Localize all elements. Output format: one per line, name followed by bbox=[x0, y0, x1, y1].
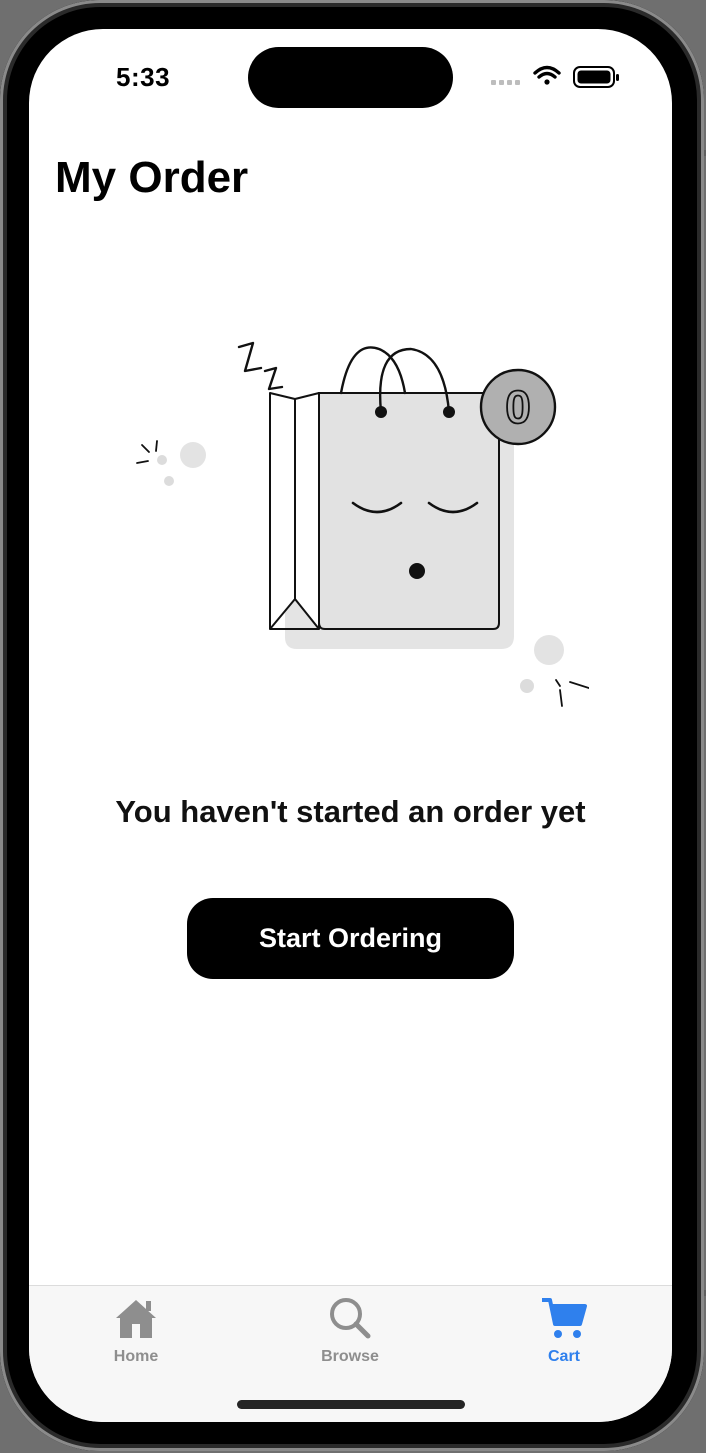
sleep-zz-icon bbox=[237, 341, 284, 391]
tab-browse[interactable]: Browse bbox=[295, 1296, 405, 1366]
cart-icon bbox=[542, 1298, 587, 1338]
search-icon bbox=[330, 1298, 371, 1339]
home-indicator[interactable] bbox=[237, 1400, 465, 1409]
tab-cart-label: Cart bbox=[547, 1348, 580, 1365]
wifi-icon bbox=[533, 65, 561, 85]
dynamic-island bbox=[248, 47, 453, 108]
status-icons bbox=[491, 65, 619, 88]
empty-bag-illustration: 0 bbox=[136, 341, 589, 707]
tab-browse-label: Browse bbox=[321, 1348, 379, 1365]
empty-state-message: You haven't started an order yet bbox=[115, 794, 586, 829]
tab-home-label: Home bbox=[113, 1348, 159, 1365]
page-title: My Order bbox=[55, 153, 249, 202]
status-time: 5:33 bbox=[116, 62, 171, 92]
tab-home[interactable]: Home bbox=[81, 1296, 191, 1366]
app-screen: 5:33 My Order 0 You haven't started an o… bbox=[29, 29, 672, 1422]
start-ordering-button[interactable]: Start Ordering bbox=[187, 898, 514, 979]
device-frame: 5:33 My Order 0 You haven't started an o… bbox=[0, 0, 704, 1451]
tab-cart[interactable]: Cart bbox=[509, 1296, 619, 1366]
signal-icon bbox=[491, 80, 520, 85]
sparkle-left bbox=[136, 440, 158, 464]
count-badge-label: 0 bbox=[505, 381, 531, 433]
home-icon bbox=[116, 1300, 156, 1338]
battery-icon bbox=[573, 66, 619, 88]
sparkle-right bbox=[555, 679, 589, 707]
